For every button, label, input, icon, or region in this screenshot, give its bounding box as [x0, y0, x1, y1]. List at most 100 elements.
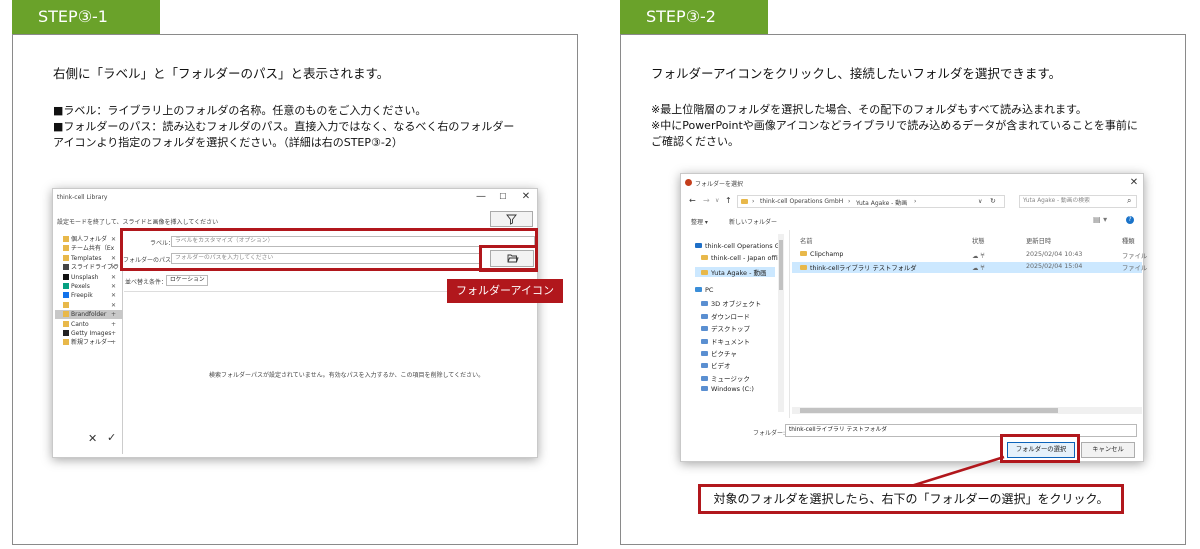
filter-icon: [506, 214, 517, 225]
add-icon[interactable]: +: [111, 330, 116, 338]
view-options-icon[interactable]: ▤ ▾: [1093, 215, 1107, 224]
column-header[interactable]: 種類: [1122, 236, 1135, 245]
remove-icon[interactable]: ✕: [111, 283, 116, 291]
search-icon: ⌕: [1127, 196, 1132, 205]
tree-item[interactable]: ピクチャ: [701, 348, 737, 358]
sidebar-item[interactable]: チーム共有（Ex: [63, 245, 114, 253]
cancel-button[interactable]: キャンセル: [1081, 442, 1135, 458]
nav-recent-icon[interactable]: ∨: [715, 197, 719, 204]
tree-item[interactable]: ミュージック: [701, 373, 750, 383]
source-icon: [63, 320, 69, 327]
sidebar-item[interactable]: Unsplash ✕: [63, 273, 116, 282]
tree-item-label: Yuta Agake - 動画: [711, 268, 767, 277]
sidebar-item-label: 個人フォルダ: [71, 236, 108, 243]
sidebar-item[interactable]: Templates ✕: [63, 254, 116, 263]
address-folder-icon: [741, 199, 748, 204]
sidebar-item[interactable]: 個人フォルダ ✕: [63, 236, 116, 244]
tree-scrollbar[interactable]: [778, 234, 784, 412]
sidebar-item-label: Brandfolder: [71, 311, 107, 319]
address-dropdown-icon[interactable]: ∨: [978, 198, 982, 205]
tree-item-label: ビデオ: [711, 362, 731, 371]
sort-caption: 並べ替え条件：: [125, 279, 168, 286]
help-icon[interactable]: ?: [1126, 216, 1134, 224]
sidebar-item[interactable]: スライドライブラ ✕: [63, 264, 119, 272]
folder-icon: [701, 375, 708, 381]
sidebar-item[interactable]: Getty Images +: [63, 330, 116, 338]
nav-back-icon[interactable]: ←: [689, 196, 696, 205]
source-icon: [63, 254, 69, 261]
tree-item[interactable]: ダウンロード: [701, 311, 750, 321]
remove-icon[interactable]: ✕: [111, 255, 116, 263]
tree-item-label: ミュージック: [711, 374, 750, 383]
sidebar-ok-icon[interactable]: ✓: [107, 431, 116, 444]
sidebar-item[interactable]: ✕: [63, 301, 116, 310]
add-icon[interactable]: +: [111, 311, 116, 319]
file-row-status: ☁ 𐀀: [972, 251, 985, 260]
tree-item[interactable]: PC: [695, 286, 713, 294]
file-row-type-text: ファイル: [1122, 265, 1148, 272]
sidebar-item-label: Pexels: [71, 283, 90, 290]
remove-icon[interactable]: ✕: [111, 236, 116, 244]
tree-item[interactable]: デスクトップ: [701, 323, 750, 333]
file-row-name[interactable]: Clipchamp: [800, 251, 843, 258]
remove-icon[interactable]: ✕: [111, 302, 116, 310]
minimize-icon[interactable]: —: [474, 191, 488, 203]
folder-icon-callout: フォルダーアイコン: [447, 279, 563, 303]
close-icon[interactable]: ✕: [519, 191, 533, 203]
add-icon[interactable]: +: [111, 321, 116, 329]
sidebar-item[interactable]: Freepik ✕: [63, 292, 116, 300]
folder-name-input[interactable]: think-cellライブラリ テストフォルダ: [785, 424, 1137, 437]
remove-icon[interactable]: ✕: [111, 264, 116, 272]
folder-icon: [800, 251, 807, 256]
sidebar-item[interactable]: 新規フォルダー +: [63, 339, 116, 347]
organize-menu[interactable]: 整理 ▾: [691, 217, 708, 226]
label-path-highlight: [120, 228, 538, 271]
file-row-name-text: Clipchamp: [810, 251, 844, 258]
tree-item-label: デスクトップ: [711, 325, 750, 334]
new-folder-button[interactable]: 新しいフォルダー: [729, 217, 777, 226]
remove-icon[interactable]: ✕: [111, 274, 116, 282]
nav-forward-icon[interactable]: →: [703, 196, 710, 205]
sidebar-item[interactable]: Canto +: [63, 320, 116, 329]
file-row-type: ファイル: [1122, 251, 1147, 260]
column-header[interactable]: 更新日時: [1026, 236, 1051, 245]
tree-item[interactable]: 3D オブジェクト: [701, 298, 761, 308]
sidebar-item[interactable]: Pexels ✕: [63, 283, 116, 291]
tree-item-label: PC: [705, 286, 714, 294]
tree-item-label: ダウンロード: [711, 312, 750, 321]
folder-icon: [701, 363, 708, 369]
filter-button[interactable]: [490, 211, 533, 227]
sort-select[interactable]: ロケーション ⌄: [166, 275, 208, 286]
tree-item[interactable]: ドキュメント: [701, 336, 750, 346]
folder-icon: [701, 386, 708, 392]
breadcrumb-item-org[interactable]: think-cell Operations GmbH: [760, 198, 843, 205]
add-icon[interactable]: +: [111, 339, 116, 347]
tree-item[interactable]: Yuta Agake - 動画: [695, 266, 775, 277]
source-icon: [63, 339, 69, 346]
breadcrumb-item-folder[interactable]: Yuta Agake - 動画: [856, 198, 907, 207]
address-bar[interactable]: › think-cell Operations GmbH › Yuta Agak…: [737, 195, 1005, 208]
maximize-icon[interactable]: ☐: [496, 191, 510, 203]
column-header[interactable]: 名前: [800, 236, 813, 245]
tree-item[interactable]: ビデオ: [701, 360, 731, 370]
folder-icon: [800, 265, 807, 270]
file-row-name[interactable]: think-cellライブラリ テストフォルダ: [800, 263, 917, 272]
column-header[interactable]: 状態: [972, 236, 985, 245]
remove-icon[interactable]: ✕: [111, 292, 116, 300]
sidebar-item[interactable]: Brandfolder +: [63, 311, 116, 319]
refresh-icon[interactable]: ↻: [990, 197, 996, 205]
tree-item[interactable]: Windows (C:): [701, 385, 754, 393]
dialog-title: フォルダーを選択: [695, 181, 744, 188]
tree-item[interactable]: think-cell Operations G: [695, 242, 780, 250]
dialog-close-icon[interactable]: ✕: [1127, 177, 1141, 189]
nav-up-icon[interactable]: ↑: [725, 196, 732, 205]
empty-message: 検索フォルダーパスが設定されていません。有効なパスを入力するか、この項目を削除し…: [209, 372, 485, 379]
folder-icon-highlight: [479, 245, 538, 272]
file-row-status-text: ☁ 𐀀: [972, 253, 985, 260]
sidebar-item-label: Canto: [71, 320, 89, 328]
source-icon: [63, 273, 69, 280]
horizontal-scrollbar[interactable]: [792, 407, 1142, 414]
search-input[interactable]: Yuta Agake - 動画の検索: [1019, 195, 1137, 208]
tree-item[interactable]: think-cell - Japan offi: [701, 254, 778, 262]
sidebar-cancel-icon[interactable]: ✕: [88, 432, 97, 445]
